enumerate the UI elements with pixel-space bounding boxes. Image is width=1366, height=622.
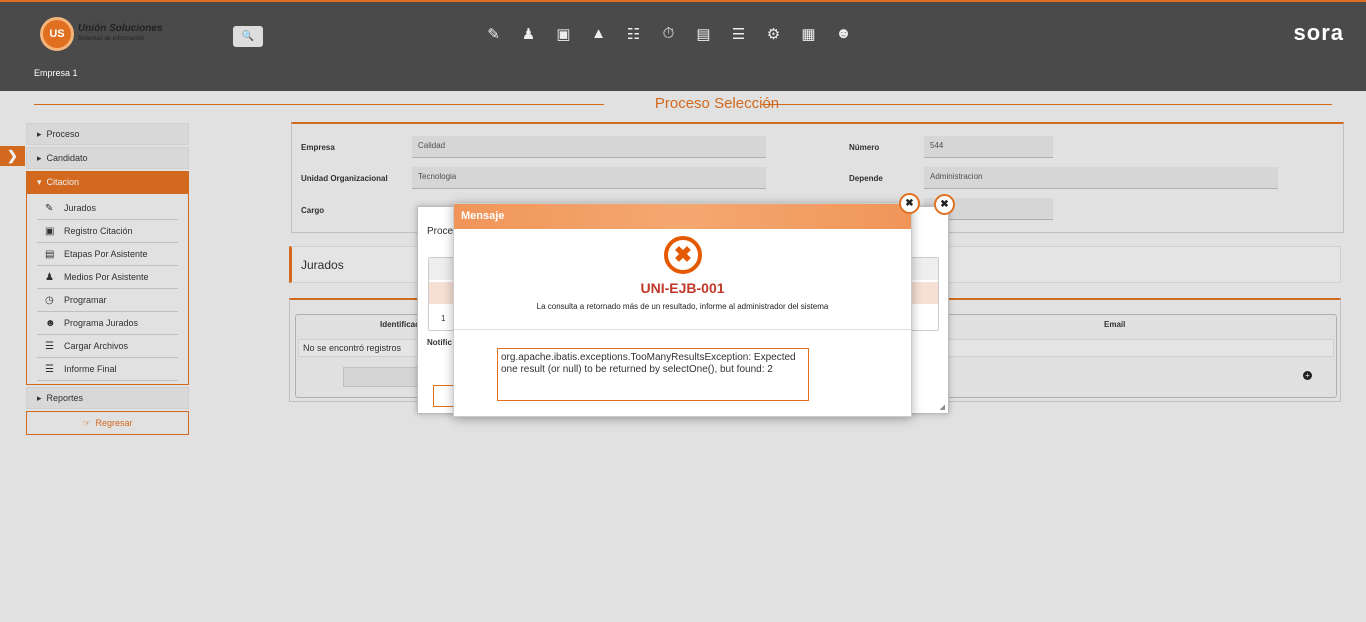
person-icon[interactable]: ♟: [518, 23, 539, 44]
report-icon[interactable]: ▤: [693, 23, 714, 44]
page-number[interactable]: 1: [441, 314, 445, 323]
logo-badge: US: [40, 17, 74, 51]
company-logo[interactable]: US Unión Soluciones Sistemas de Informac…: [40, 17, 162, 51]
people-list-icon[interactable]: ☷: [623, 23, 644, 44]
message-dialog: Mensaje ✖ UNI-EJB-001 La consulta a reto…: [453, 203, 912, 417]
logo-text: Unión Soluciones Sistemas de Información: [78, 24, 162, 44]
message-dialog-header: Mensaje: [454, 204, 911, 229]
resize-handle-icon[interactable]: ◢: [940, 403, 945, 411]
error-code: UNI-EJB-001: [640, 280, 725, 296]
brand-logo: sora: [1293, 20, 1344, 45]
gears-icon[interactable]: ⚙: [763, 23, 784, 44]
module-toolbar: ✎ ♟ ▣ ▲ ☷ ⏱ ▤ ☰ ⚙ ▦ ☻: [483, 23, 854, 44]
error-icon: ✖: [664, 236, 702, 274]
document-edit-icon[interactable]: ✎: [483, 23, 504, 44]
org-chart-icon[interactable]: ▲: [588, 23, 609, 44]
gift-icon[interactable]: ▣: [553, 23, 574, 44]
search-button[interactable]: 🔍: [233, 26, 263, 47]
divider: [454, 329, 911, 330]
process-dialog-title: Proce: [427, 226, 454, 237]
stopwatch-icon[interactable]: ⏱: [658, 23, 679, 44]
close-message-dialog-button[interactable]: ✖: [899, 193, 920, 214]
company-name: Empresa 1: [34, 68, 78, 78]
notification-label: Notific: [427, 338, 452, 347]
message-dialog-title: Mensaje: [461, 210, 505, 222]
logo-name: Unión Soluciones: [78, 23, 163, 34]
close-icon: ✖: [940, 199, 949, 210]
error-detail-textarea[interactable]: org.apache.ibatis.exceptions.TooManyResu…: [497, 348, 809, 401]
top-bar: US Unión Soluciones Sistemas de Informac…: [0, 0, 1366, 91]
logo-tagline: Sistemas de Información: [78, 36, 145, 42]
briefcase-icon[interactable]: ▦: [798, 23, 819, 44]
group-icon[interactable]: ☻: [833, 23, 854, 44]
error-message: La consulta a retornado más de un result…: [536, 302, 829, 311]
close-icon: ✖: [905, 198, 914, 209]
close-process-dialog-button[interactable]: ✖: [934, 194, 955, 215]
presentation-icon[interactable]: ☰: [728, 23, 749, 44]
search-icon: 🔍: [241, 31, 255, 42]
